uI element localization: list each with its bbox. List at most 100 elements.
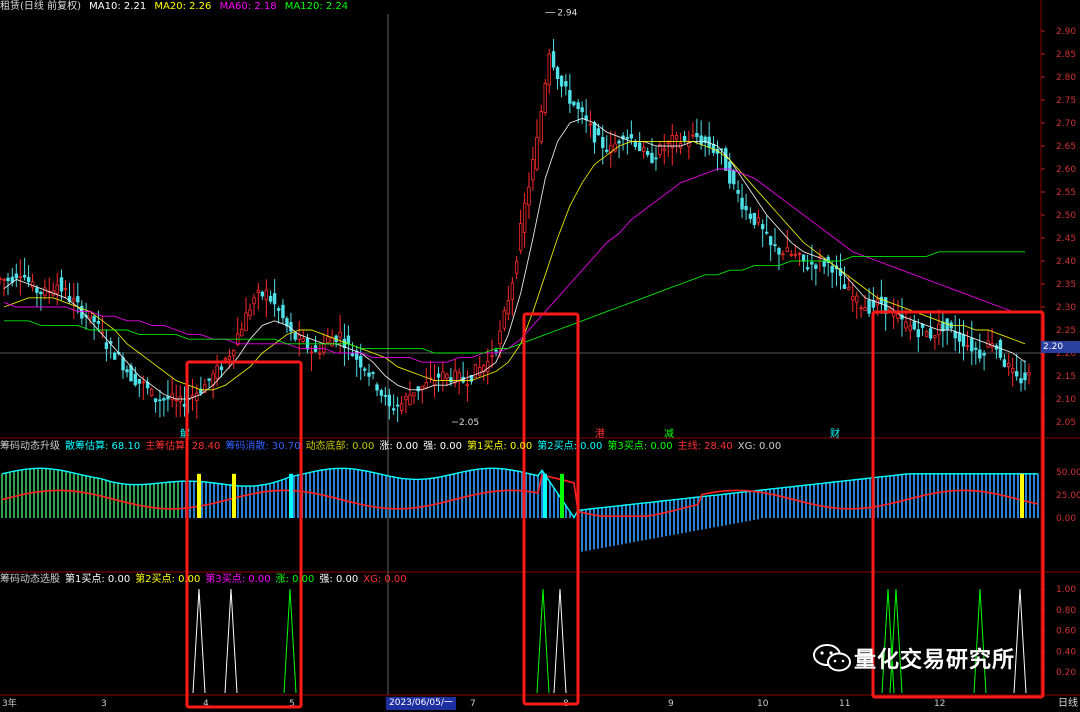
candle-body xyxy=(371,372,375,374)
candle-body xyxy=(674,135,679,140)
candle-body xyxy=(211,373,215,386)
candle-body xyxy=(502,310,507,329)
candle-body xyxy=(55,284,59,294)
event-marker: 减 xyxy=(664,428,674,440)
candle-body xyxy=(662,148,666,151)
y-tick-label: 0.60 xyxy=(1056,627,1076,637)
candle-body xyxy=(43,287,47,296)
candle-body xyxy=(768,236,773,246)
candle-body xyxy=(588,123,593,126)
candle-body xyxy=(0,278,2,280)
ma120-label: MA120: 2.24 xyxy=(284,1,349,12)
candle-body xyxy=(441,371,445,381)
candle-body xyxy=(153,398,158,403)
candle-body xyxy=(756,217,761,224)
candle-body xyxy=(531,159,535,181)
y-tick-label: 2.60 xyxy=(1056,165,1076,175)
candle-body xyxy=(650,152,654,163)
candle-body xyxy=(244,312,248,331)
candle-body xyxy=(395,404,400,407)
main-header: 租赁(日线 前复权) MA10: 2.21 MA20: 2.26 MA60: 2… xyxy=(0,0,353,14)
candle-body xyxy=(1019,378,1023,384)
candle-body xyxy=(1027,371,1031,376)
watermark-text: 量化交易研究所 xyxy=(854,648,1016,673)
candle-body xyxy=(555,67,560,80)
candle-body xyxy=(564,81,568,87)
y-tick-label: 2.40 xyxy=(1056,257,1076,267)
candle-body xyxy=(215,365,219,380)
y-tick-label: 25.00 xyxy=(1056,491,1080,501)
candle-body xyxy=(896,313,900,319)
candle-body xyxy=(724,148,728,171)
candle-body xyxy=(490,355,494,358)
candle-body xyxy=(961,334,966,347)
candle-body xyxy=(764,231,769,234)
x-tick-label: 11 xyxy=(839,699,850,709)
candle-body xyxy=(182,404,187,407)
candle-body xyxy=(412,392,416,397)
candle-body xyxy=(486,360,490,373)
candle-body xyxy=(695,133,699,138)
candle-body xyxy=(805,267,810,270)
sub1_header-item: 第3买点: 0.00 xyxy=(607,441,673,452)
candle-body xyxy=(478,367,482,376)
candle-body xyxy=(785,247,789,253)
candle-body xyxy=(383,395,388,397)
y-tick-label: 2.65 xyxy=(1056,142,1076,152)
buy-signal-bar xyxy=(543,473,547,518)
candle-body xyxy=(559,75,564,87)
candle-body xyxy=(859,307,863,310)
candle-body xyxy=(568,90,572,104)
candle-body xyxy=(637,142,642,152)
candle-body xyxy=(699,135,703,145)
candle-body xyxy=(350,353,355,357)
sub1_header-item: 第1买点: 0.00 xyxy=(467,441,533,452)
ma10-label: MA10: 2.21 xyxy=(89,1,147,12)
sub2_header-item: 第1买点: 0.00 xyxy=(65,574,131,585)
candle-body xyxy=(510,282,515,300)
candle-body xyxy=(121,357,125,371)
candle-body xyxy=(522,202,527,233)
candle-body xyxy=(96,321,101,324)
candle-body xyxy=(318,352,322,355)
candle-body xyxy=(801,254,806,262)
candle-body xyxy=(289,322,293,332)
candle-body xyxy=(974,347,978,350)
candle-body xyxy=(810,261,814,265)
buy-signal-bar xyxy=(1020,473,1024,518)
y-tick-label: 2.35 xyxy=(1056,280,1076,290)
candle-body xyxy=(391,408,396,411)
y-tick-label: 2.15 xyxy=(1056,372,1076,382)
sub1_header-item: XG: 0.00 xyxy=(737,441,782,452)
y-tick-label: 0.20 xyxy=(1056,668,1076,678)
ma20-label: MA20: 2.26 xyxy=(154,1,212,12)
candle-body xyxy=(924,331,929,337)
sub2_header-item: 第2买点: 0.00 xyxy=(135,574,201,585)
candle-body xyxy=(633,140,638,147)
candle-body xyxy=(970,337,974,352)
candle-body xyxy=(855,295,859,303)
candle-body xyxy=(617,140,621,144)
sub1_header-item: 筹码动态升级 xyxy=(0,441,60,452)
candle-body xyxy=(141,381,146,384)
candle-body xyxy=(39,291,43,295)
candle-body xyxy=(465,383,470,387)
candle-body xyxy=(14,273,19,279)
candle-body xyxy=(125,369,129,373)
candle-body xyxy=(498,330,502,345)
y-tick-label: 1.00 xyxy=(1056,585,1076,595)
sub2_header-item: 涨: 0.00 xyxy=(275,574,315,585)
x-tick-label: 3年 xyxy=(2,697,17,709)
candle-body xyxy=(539,111,543,143)
candle-body xyxy=(842,284,847,289)
candle-body xyxy=(506,300,511,315)
candle-body xyxy=(957,332,962,342)
background xyxy=(0,0,1080,712)
candle-body xyxy=(1006,363,1011,367)
candle-body xyxy=(256,289,261,293)
candle-body xyxy=(276,308,281,311)
candle-body xyxy=(605,149,609,152)
candle-body xyxy=(965,345,970,347)
candle-body xyxy=(149,388,154,397)
candle-body xyxy=(424,382,428,389)
